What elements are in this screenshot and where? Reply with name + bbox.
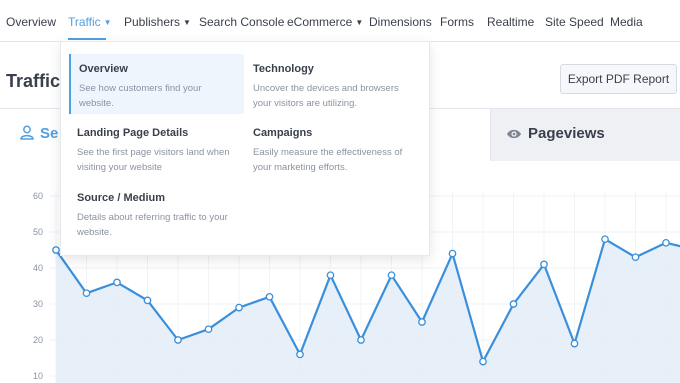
- series-area: [56, 239, 680, 383]
- data-point: [235, 303, 243, 312]
- data-point: [82, 289, 91, 298]
- y-tick-label: 50: [33, 227, 43, 237]
- y-tick-label: 10: [33, 371, 43, 381]
- tab-pageviews-label: Pageviews: [528, 125, 605, 142]
- y-tick-label: 60: [33, 191, 43, 201]
- dropdown-item-source-medium[interactable]: Source / Medium Details about referring …: [69, 183, 244, 243]
- export-pdf-button[interactable]: Export PDF Report: [560, 64, 677, 94]
- dropdown-item-desc: See the first page visitors land when vis…: [77, 147, 230, 173]
- data-point: [296, 350, 304, 359]
- chevron-down-icon: ▼: [183, 18, 191, 27]
- dropdown-item-campaigns[interactable]: Campaigns Easily measure the effectivene…: [245, 118, 420, 178]
- nav-site-speed[interactable]: Site Speed: [545, 15, 604, 29]
- nav-label: Overview: [6, 15, 57, 29]
- data-point: [601, 235, 609, 244]
- data-point: [174, 336, 182, 344]
- dropdown-item-title: Overview: [79, 63, 128, 75]
- dropdown-item-overview[interactable]: Overview See how customers find your webs…: [69, 54, 244, 114]
- nav-realtime[interactable]: Realtime: [487, 15, 534, 29]
- nav-media[interactable]: Media: [610, 15, 643, 29]
- page-title: Traffic: [6, 71, 61, 91]
- data-point: [52, 246, 60, 254]
- chevron-down-icon: ▼: [355, 18, 364, 27]
- dropdown-item-title: Technology: [253, 63, 314, 75]
- data-point: [418, 318, 426, 326]
- dropdown-item-title: Campaigns: [253, 127, 313, 139]
- dropdown-item-landing-page-details[interactable]: Landing Page Details See the first page …: [69, 118, 244, 178]
- dropdown-item-title: Landing Page Details: [77, 127, 189, 139]
- dropdown-item-desc: See how customers find your website.: [79, 83, 202, 109]
- active-nav-indicator: [68, 38, 106, 40]
- nav-ecommerce[interactable]: eCommerce ▼: [287, 15, 363, 29]
- y-tick-label: 30: [33, 299, 43, 309]
- dropdown-item-title: Source / Medium: [77, 192, 166, 204]
- nav-label: Traffic: [68, 15, 101, 29]
- nav-label: Site Speed: [545, 15, 604, 29]
- dropdown-item-technology[interactable]: Technology Uncover the devices and brows…: [245, 54, 420, 114]
- traffic-dropdown-menu: Overview See how customers find your webs…: [60, 41, 430, 256]
- data-point: [387, 271, 396, 280]
- data-point: [204, 325, 213, 334]
- nav-label: Search Console: [199, 15, 285, 29]
- nav-label: Forms: [440, 15, 474, 29]
- dropdown-item-desc: Uncover the devices and browsers your vis…: [253, 83, 399, 109]
- data-point: [662, 238, 670, 247]
- user-icon: [20, 125, 34, 145]
- data-point: [570, 339, 579, 348]
- top-nav: Overview Traffic ▼ Publishers ▼ Search Con…: [0, 0, 680, 42]
- nav-label: Realtime: [487, 15, 535, 29]
- y-tick-label: 40: [33, 263, 43, 273]
- nav-search-console[interactable]: Search Console: [199, 15, 284, 29]
- nav-publishers[interactable]: Publishers ▼: [124, 15, 191, 29]
- nav-traffic[interactable]: Traffic ▼: [68, 15, 112, 29]
- data-point: [113, 278, 121, 287]
- nav-label: eCommerce: [287, 15, 353, 29]
- eye-icon: [506, 127, 522, 145]
- data-point: [326, 271, 335, 280]
- y-tick-label: 20: [33, 335, 43, 345]
- data-point: [509, 300, 518, 308]
- data-point: [540, 260, 548, 269]
- nav-overview[interactable]: Overview: [6, 15, 56, 29]
- chevron-down-icon: ▼: [103, 18, 112, 27]
- data-point: [448, 249, 457, 258]
- nav-dimensions[interactable]: Dimensions: [369, 15, 432, 29]
- data-point: [357, 336, 365, 344]
- nav-forms[interactable]: Forms: [440, 15, 474, 29]
- nav-label: Publishers: [124, 15, 181, 29]
- data-point: [143, 296, 152, 305]
- tab-sessions-label: Se: [40, 125, 59, 142]
- nav-label: Dimensions: [369, 15, 432, 29]
- data-point: [479, 357, 487, 366]
- nav-label: Media: [610, 15, 643, 29]
- data-point: [631, 253, 640, 262]
- data-point: [265, 292, 274, 301]
- dropdown-item-desc: Easily measure the effectiveness of your …: [253, 147, 403, 173]
- dropdown-item-desc: Details about referring traffic to your w…: [77, 212, 228, 238]
